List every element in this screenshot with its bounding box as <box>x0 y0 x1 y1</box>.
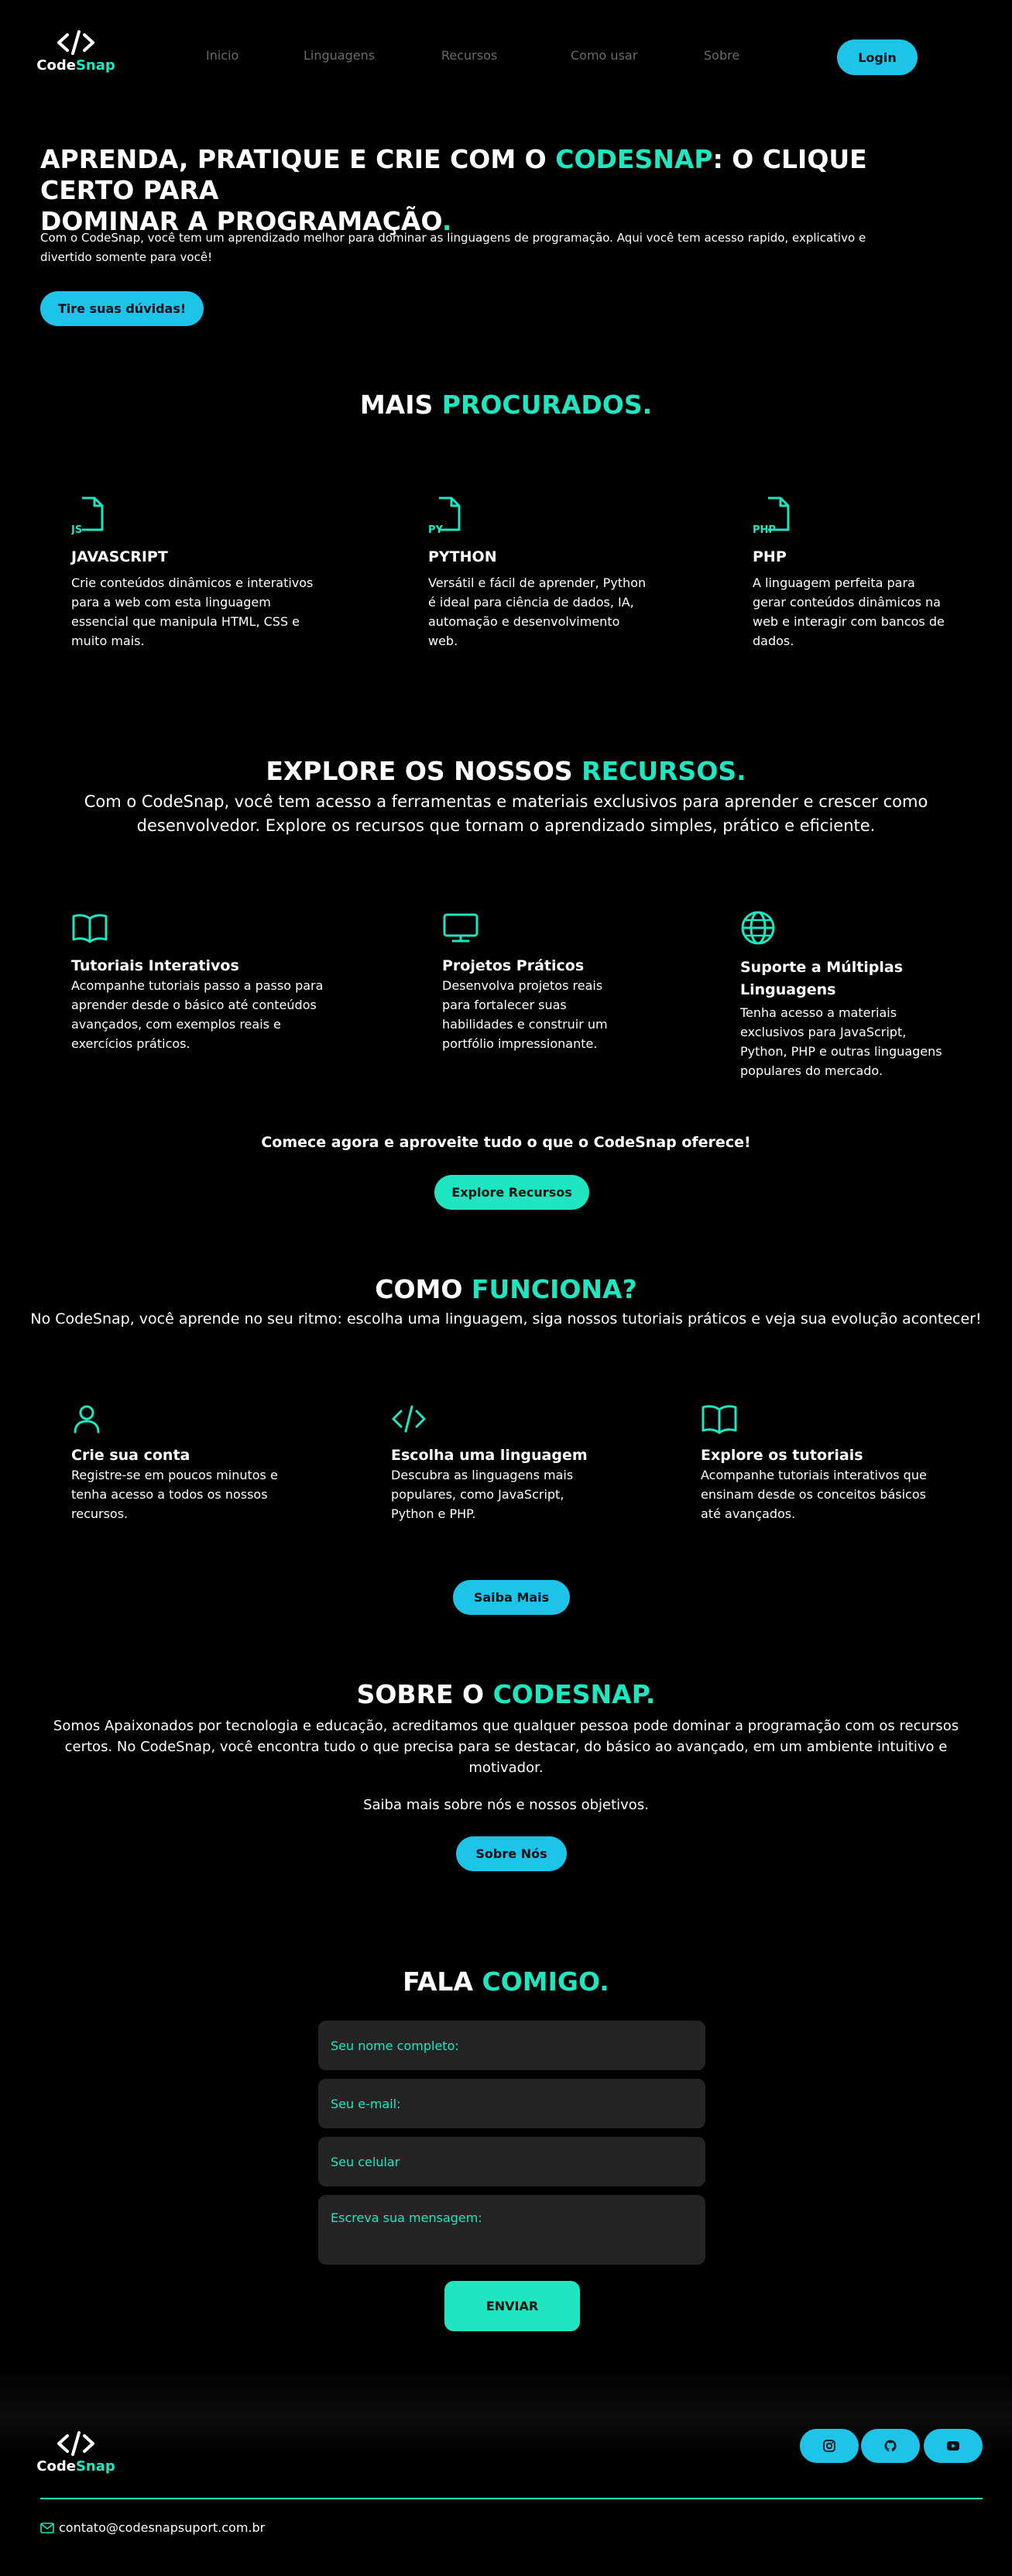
card-title: Suporte a Múltiplas Linguagens <box>740 959 904 998</box>
user-icon <box>74 1405 100 1434</box>
resource-card-projects[interactable]: Projetos Práticos Desenvolva projetos re… <box>442 912 674 1053</box>
code-brackets-icon <box>57 30 94 55</box>
card-text: Descubra as linguagens mais populares, co… <box>391 1468 574 1521</box>
phone-field[interactable]: Seu celular <box>318 2137 705 2186</box>
name-field[interactable]: Seu nome completo: <box>318 2021 705 2070</box>
brand-name: CodeSnap <box>36 57 115 74</box>
footer <box>0 2370 1012 2576</box>
github-button[interactable] <box>861 2429 920 2463</box>
card-title: PHP <box>753 548 787 565</box>
card-title: Crie sua conta <box>71 1447 190 1464</box>
hero-description: Com o CodeSnap, você tem um aprendizado … <box>40 231 866 264</box>
language-card-python[interactable]: PY PYTHON Versátil e fácil de aprender, … <box>428 496 660 651</box>
mail-icon <box>40 2522 54 2533</box>
book-icon <box>702 1405 737 1434</box>
footer-email-text: contato@codesnapsuport.com.br <box>59 2520 266 2535</box>
contact-title: FALA COMIGO. <box>403 1966 609 1997</box>
github-icon <box>884 2440 897 2452</box>
step-card-choose-language[interactable]: Escolha uma linguagem Descubra as lingua… <box>391 1403 647 1523</box>
resource-card-languages[interactable]: Suporte a Múltiplas Linguagens Tenha aces… <box>740 910 973 1080</box>
nav-item-linguagens[interactable]: Linguagens <box>304 48 375 63</box>
py-file-icon: PY <box>428 496 461 536</box>
card-text: Versátil e fácil de aprender, Python é id… <box>428 575 647 648</box>
code-brackets-icon <box>57 2431 94 2456</box>
youtube-button[interactable] <box>924 2429 983 2463</box>
card-text: Desenvolva projetos reais para fortalecer… <box>442 978 608 1051</box>
card-title: PYTHON <box>428 548 497 565</box>
brand-logo[interactable]: CodeSnap <box>36 29 115 74</box>
hero-title: APRENDA, PRATIQUE E CRIE COM O CODESNAP:… <box>40 144 867 236</box>
nav-item-como-usar[interactable]: Como usar <box>571 48 637 63</box>
card-title: Escolha uma linguagem <box>391 1447 588 1464</box>
svg-text:PHP: PHP <box>753 524 776 534</box>
about-more-text: Saiba mais sobre nós e nossos objetivos. <box>363 1797 649 1813</box>
svg-text:PY: PY <box>428 524 444 534</box>
email-field[interactable]: Seu e-mail: <box>318 2079 705 2128</box>
card-text: Acompanhe tutoriais interativos que ensin… <box>701 1468 927 1521</box>
submit-button[interactable]: ENVIAR <box>444 2281 580 2331</box>
brand-name: CodeSnap <box>36 2458 115 2475</box>
resources-cta-text: Comece agora e aproveite tudo o que o Co… <box>261 1134 751 1151</box>
step-card-explore-tutorials[interactable]: Explore os tutoriais Acompanhe tutoriais… <box>701 1403 979 1523</box>
tire-duvidas-button[interactable]: Tire suas dúvidas! <box>40 291 204 326</box>
about-title: SOBRE O CODESNAP. <box>356 1679 656 1709</box>
monitor-icon <box>443 913 479 943</box>
php-file-icon: PHP <box>753 496 790 536</box>
sobre-nos-button[interactable]: Sobre Nós <box>456 1836 567 1871</box>
nav-item-sobre[interactable]: Sobre <box>704 48 739 63</box>
step-card-create-account[interactable]: Crie sua conta Registre-se em poucos min… <box>71 1403 334 1523</box>
book-icon <box>72 914 108 943</box>
popular-title: MAIS PROCURADOS. <box>359 390 653 420</box>
card-text: Acompanhe tutoriais passo a passo para ap… <box>71 978 324 1051</box>
code-icon <box>392 1405 426 1433</box>
card-text: Registre-se em poucos minutos e tenha ace… <box>71 1468 278 1521</box>
footer-email[interactable]: contato@codesnapsuport.com.br <box>40 2520 265 2535</box>
about-text: Somos Apaixonados por tecnologia e educa… <box>53 1718 959 1776</box>
resources-subtitle: Com o CodeSnap, você tem acesso a ferram… <box>84 792 928 835</box>
footer-brand-logo[interactable]: CodeSnap <box>36 2430 115 2475</box>
globe-icon <box>741 911 775 945</box>
card-title: Tutoriais Interativos <box>71 957 239 974</box>
saiba-mais-button[interactable]: Saiba Mais <box>453 1580 570 1615</box>
login-button[interactable]: Login <box>837 39 918 75</box>
language-card-php[interactable]: PHP PHP A linguagem perfeita para gerar c… <box>753 496 977 651</box>
nav-item-recursos[interactable]: Recursos <box>441 48 497 63</box>
explore-resources-button[interactable]: Explore Recursos <box>434 1175 589 1210</box>
footer-divider <box>40 2498 983 2499</box>
youtube-icon <box>947 2441 959 2451</box>
message-field[interactable]: Escreva sua mensagem: <box>318 2195 705 2265</box>
card-text: Crie conteúdos dinâmicos e interativos pa… <box>71 575 314 648</box>
language-card-javascript[interactable]: JS JAVASCRIPT Crie conteúdos dinâmicos e… <box>70 496 327 651</box>
instagram-icon <box>823 2440 835 2452</box>
resources-title: EXPLORE OS NOSSOS RECURSOS. <box>266 756 746 786</box>
card-title: JAVASCRIPT <box>71 548 168 565</box>
card-text: Tenha acesso a materiais exclusivos para … <box>740 1005 942 1078</box>
how-subtitle: No CodeSnap, você aprende no seu ritmo: … <box>30 1310 982 1327</box>
instagram-button[interactable] <box>800 2429 859 2463</box>
svg-text:JS: JS <box>71 524 82 534</box>
js-file-icon: JS <box>70 496 104 536</box>
card-title: Explore os tutoriais <box>701 1447 863 1464</box>
how-title: COMO FUNCIONA? <box>375 1274 637 1304</box>
resource-card-tutorials[interactable]: Tutoriais Interativos Acompanhe tutoriai… <box>71 912 350 1053</box>
card-title: Projetos Práticos <box>442 957 585 974</box>
nav-item-inicio[interactable]: Inicio <box>206 48 238 63</box>
card-text: A linguagem perfeita para gerar conteúdos… <box>753 575 945 648</box>
